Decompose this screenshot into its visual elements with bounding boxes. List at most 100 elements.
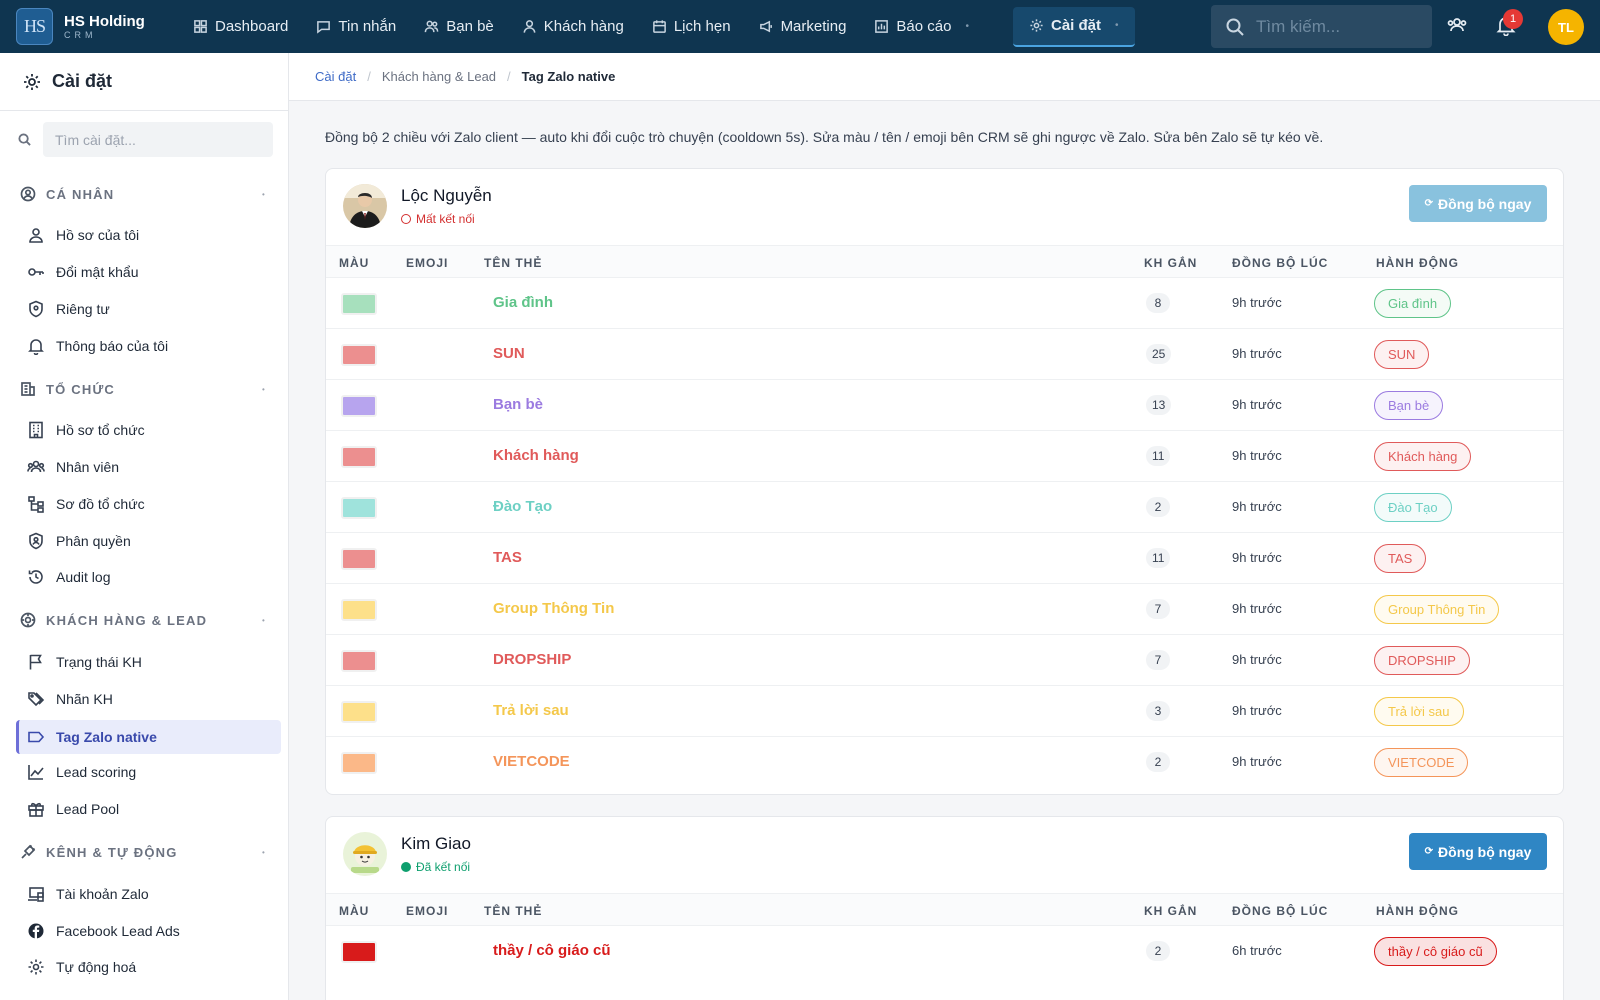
sidebar-item-label: Nhãn KH <box>56 691 113 707</box>
sidebar-item-audit-log[interactable]: Audit log <box>16 560 281 594</box>
customer-count-badge: 13 <box>1146 395 1172 415</box>
nav-label: Marketing <box>780 18 847 35</box>
synced-at: 9h trước <box>1232 346 1282 361</box>
bell-icon <box>28 339 44 355</box>
color-swatch[interactable] <box>341 497 377 519</box>
color-swatch[interactable] <box>341 941 377 963</box>
sidebar-item-label: Lead scoring <box>56 764 137 780</box>
nav-customers[interactable]: Khách hàng <box>508 0 638 53</box>
sidebar-search-input[interactable] <box>43 122 273 157</box>
sidebar-item-zalo-tags[interactable]: Tag Zalo native <box>16 720 281 754</box>
nav-reports[interactable]: Báo cáo • <box>860 0 983 53</box>
nav-appointments[interactable]: Lịch hẹn <box>638 0 745 53</box>
nav-messages[interactable]: Tin nhắn <box>302 0 410 53</box>
section-label: KÊNH & TỰ ĐỘNG <box>46 844 178 860</box>
sidebar-item-label: Nhân viên <box>56 459 120 475</box>
tag-pill-action[interactable]: Trả lời sau <box>1374 697 1464 726</box>
nav-dashboard[interactable]: Dashboard <box>179 0 302 53</box>
section-customers-leads[interactable]: KHÁCH HÀNG & LEAD • <box>0 610 289 630</box>
contacts-button[interactable] <box>1446 14 1468 39</box>
tag-pill-action[interactable]: VIETCODE <box>1374 748 1469 777</box>
color-swatch[interactable] <box>341 752 377 774</box>
sidebar-item-org-profile[interactable]: Hồ sơ tổ chức <box>16 413 281 447</box>
customer-count-badge: 8 <box>1146 293 1170 313</box>
section-personal[interactable]: CÁ NHÂN • <box>0 184 289 204</box>
col-color: MÀU <box>339 256 370 270</box>
tag-pill-action[interactable]: Khách hàng <box>1374 442 1472 471</box>
sidebar-item-password[interactable]: Đổi mật khẩu <box>16 255 281 289</box>
sidebar-item-notifications[interactable]: Thông báo của tôi <box>16 329 281 363</box>
sidebar-title: Cài đặt <box>52 71 113 91</box>
table-row: Gia đình 8 9h trước Gia đình <box>326 277 1563 328</box>
section-channels-automation[interactable]: KÊNH & TỰ ĐỘNG • <box>0 842 289 862</box>
color-swatch[interactable] <box>341 395 377 417</box>
sidebar-item-lead-pool[interactable]: Lead Pool <box>16 792 281 826</box>
brand-logo[interactable]: HS HS Holding CRM <box>16 8 179 45</box>
nav-label: Lịch hẹn <box>673 18 731 35</box>
gift-icon <box>28 802 44 817</box>
sync-now-button[interactable]: ⟳ Đồng bộ ngay <box>1409 833 1547 870</box>
tag-name: Đào Tạo <box>493 498 553 515</box>
tag-pill-action[interactable]: SUN <box>1374 340 1430 369</box>
col-customer-count: KH GẮN <box>1144 904 1198 918</box>
sidebar-item-customer-status[interactable]: Trạng thái KH <box>16 645 281 679</box>
customer-count-badge: 3 <box>1146 701 1170 721</box>
sidebar-item-org-chart[interactable]: Sơ đồ tổ chức <box>16 487 281 521</box>
synced-at: 9h trước <box>1232 703 1282 718</box>
nav-label: Bạn bè <box>446 18 494 35</box>
breadcrumb-settings-link[interactable]: Cài đặt <box>315 69 356 84</box>
color-swatch[interactable] <box>341 701 377 723</box>
color-swatch[interactable] <box>341 344 377 366</box>
account-card: Lộc Nguyễn Mất kết nối ⟳ Đồng bộ ngay MÀ… <box>325 168 1564 795</box>
color-swatch[interactable] <box>341 599 377 621</box>
tag-pill-action[interactable]: Đào Tạo <box>1374 493 1452 522</box>
sidebar-item-permissions[interactable]: Phân quyền <box>16 524 281 558</box>
sidebar-item-label: Tự động hoá <box>56 959 137 975</box>
color-swatch[interactable] <box>341 548 377 570</box>
sidebar-item-label: Đổi mật khẩu <box>56 264 139 280</box>
person-icon <box>29 228 43 243</box>
nav-label: Tin nhắn <box>338 18 397 35</box>
table-row: Trả lời sau 3 9h trước Trả lời sau <box>326 685 1563 736</box>
sidebar-item-customer-labels[interactable]: Nhãn KH <box>16 682 281 716</box>
users-icon <box>424 20 439 33</box>
sync-now-button[interactable]: ⟳ Đồng bộ ngay <box>1409 185 1547 222</box>
sidebar-item-facebook-lead-ads[interactable]: Facebook Lead Ads <box>16 914 281 948</box>
nav-marketing[interactable]: Marketing <box>745 0 861 53</box>
sidebar-item-staff[interactable]: Nhân viên <box>16 450 281 484</box>
history-icon <box>28 570 43 584</box>
section-organization[interactable]: TỔ CHỨC • <box>0 379 289 399</box>
tag-pill-action[interactable]: Gia đình <box>1374 289 1452 318</box>
customer-count-badge: 2 <box>1146 941 1170 961</box>
global-search-input[interactable] <box>1256 16 1426 37</box>
sidebar-item-lead-scoring[interactable]: Lead scoring <box>16 755 281 789</box>
table-row: VIETCODE 2 9h trước VIETCODE <box>326 736 1563 787</box>
sidebar-item-privacy[interactable]: Riêng tư <box>16 292 281 326</box>
tag-pill-action[interactable]: DROPSHIP <box>1374 646 1470 675</box>
breadcrumb-separator: / <box>367 69 371 84</box>
sidebar-item-zalo-accounts[interactable]: Tài khoản Zalo <box>16 877 281 911</box>
sidebar-header: Cài đặt <box>0 53 288 111</box>
tag-pill-action[interactable]: thầy / cô giáo cũ <box>1374 937 1497 966</box>
sidebar-search <box>0 118 289 161</box>
nav-friends[interactable]: Bạn bè <box>410 0 508 53</box>
breadcrumb-customers-leads[interactable]: Khách hàng & Lead <box>382 69 496 84</box>
people-icon <box>1447 18 1467 32</box>
color-swatch[interactable] <box>341 446 377 468</box>
user-avatar[interactable]: TL <box>1548 9 1584 45</box>
color-swatch[interactable] <box>341 293 377 315</box>
tag-pill-action[interactable]: TAS <box>1374 544 1427 573</box>
sync-button-label: Đồng bộ ngay <box>1438 195 1532 212</box>
brand-subtitle: CRM <box>64 29 97 40</box>
customer-count-badge: 7 <box>1146 599 1170 619</box>
table-header: MÀU EMOJI TÊN THẺ KH GẮN ĐỒNG BỘ LÚC HÀN… <box>326 245 1563 277</box>
sidebar-item-label: Tag Zalo native <box>56 729 157 745</box>
tag-name: Group Thông Tin <box>493 600 615 617</box>
global-search[interactable] <box>1211 5 1432 48</box>
color-swatch[interactable] <box>341 650 377 672</box>
nav-settings[interactable]: Cài đặt • <box>1012 6 1135 47</box>
sidebar-item-automation[interactable]: Tự động hoá <box>16 950 281 984</box>
sidebar-item-profile[interactable]: Hồ sơ của tôi <box>16 218 281 252</box>
tag-pill-action[interactable]: Group Thông Tin <box>1374 595 1500 624</box>
tag-pill-action[interactable]: Bạn bè <box>1374 391 1444 420</box>
